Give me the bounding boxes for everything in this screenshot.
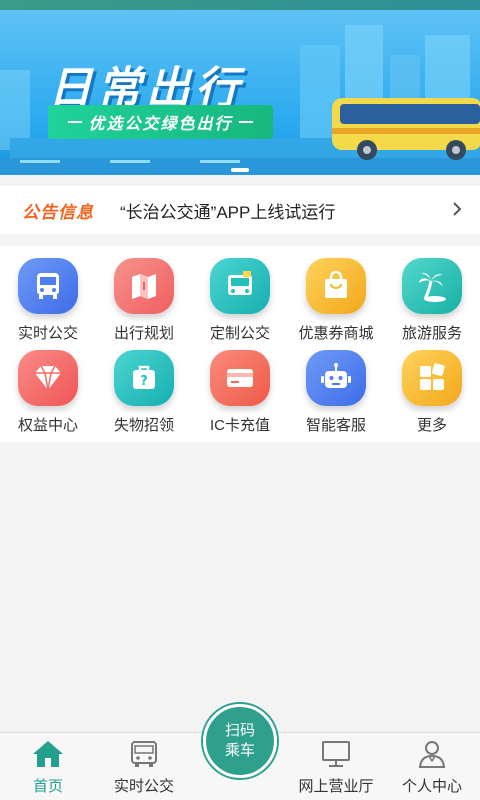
robot-icon <box>306 350 366 406</box>
chevron-right-icon[interactable] <box>452 200 462 218</box>
scan-label-line2: 乘车 <box>224 742 255 759</box>
map-icon <box>114 258 174 314</box>
service-label: 智能客服 <box>305 417 366 434</box>
service-label: IC卡充值 <box>209 417 270 434</box>
palm-tree-icon <box>402 258 462 314</box>
tab-label: 实时公交 <box>113 778 174 795</box>
carousel-indicator <box>231 168 249 172</box>
service-ic-recharge[interactable]: IC卡充值 <box>192 350 288 435</box>
service-trip-planning[interactable]: 出行规划 <box>96 258 192 343</box>
service-label: 定制公交 <box>209 325 270 342</box>
service-realtime-bus[interactable]: 实时公交 <box>0 258 96 343</box>
tab-label: 首页 <box>32 778 63 795</box>
service-smart-support[interactable]: 智能客服 <box>288 350 384 435</box>
service-label: 优惠券商城 <box>298 325 374 342</box>
scan-label-line1: 扫码 <box>224 722 255 739</box>
home-icon <box>33 741 63 767</box>
card-icon <box>210 350 270 406</box>
tab-profile[interactable]: 个人中心 <box>384 733 480 800</box>
service-more[interactable]: 更多 <box>384 350 480 435</box>
monitor-icon <box>322 741 350 767</box>
shopping-bag-icon <box>306 258 366 314</box>
service-custom-bus[interactable]: 定制公交 <box>192 258 288 343</box>
service-coupon-mall[interactable]: 优惠券商城 <box>288 258 384 343</box>
notice-text[interactable]: “长治公交通”APP上线试运行 <box>120 198 335 223</box>
diamond-icon <box>18 350 78 406</box>
bus-outline-icon <box>131 741 157 767</box>
service-label: 出行规划 <box>113 325 174 342</box>
tab-realtime-bus[interactable]: 实时公交 <box>96 733 192 800</box>
more-grid-icon <box>402 350 462 406</box>
notice-tag: 公告信息 <box>22 202 94 222</box>
service-label: 失物招领 <box>113 417 174 434</box>
tab-label: 个人中心 <box>401 778 462 795</box>
svg-text:?: ? <box>140 374 148 389</box>
luggage-icon: ? <box>114 350 174 406</box>
service-rights-center[interactable]: 权益中心 <box>0 350 96 435</box>
tab-online-hall[interactable]: 网上营业厅 <box>288 733 384 800</box>
tab-home[interactable]: 首页 <box>0 733 96 800</box>
service-label: 旅游服务 <box>401 325 462 342</box>
tab-label: 网上营业厅 <box>298 778 374 795</box>
service-grid: 实时公交 出行规划 定制公交 优惠券商城 旅游服务 权益中心 ? 失物招领 IC… <box>0 246 480 442</box>
service-travel[interactable]: 旅游服务 <box>384 258 480 343</box>
status-strip <box>0 0 480 10</box>
service-label: 更多 <box>416 417 447 434</box>
notice-bar[interactable]: 公告信息 “长治公交通”APP上线试运行 <box>0 186 480 234</box>
banner-subtitle: 优选公交绿色出行 <box>48 105 273 139</box>
promo-banner[interactable]: 日常出行 优选公交绿色出行 <box>0 10 480 175</box>
bus-icon <box>18 258 78 314</box>
service-label: 实时公交 <box>17 325 78 342</box>
scan-to-ride-button[interactable]: 扫码 乘车 <box>203 704 277 778</box>
service-label: 权益中心 <box>17 417 78 434</box>
service-lost-found[interactable]: ? 失物招领 <box>96 350 192 435</box>
custom-bus-icon <box>210 258 270 314</box>
user-icon <box>418 741 446 768</box>
